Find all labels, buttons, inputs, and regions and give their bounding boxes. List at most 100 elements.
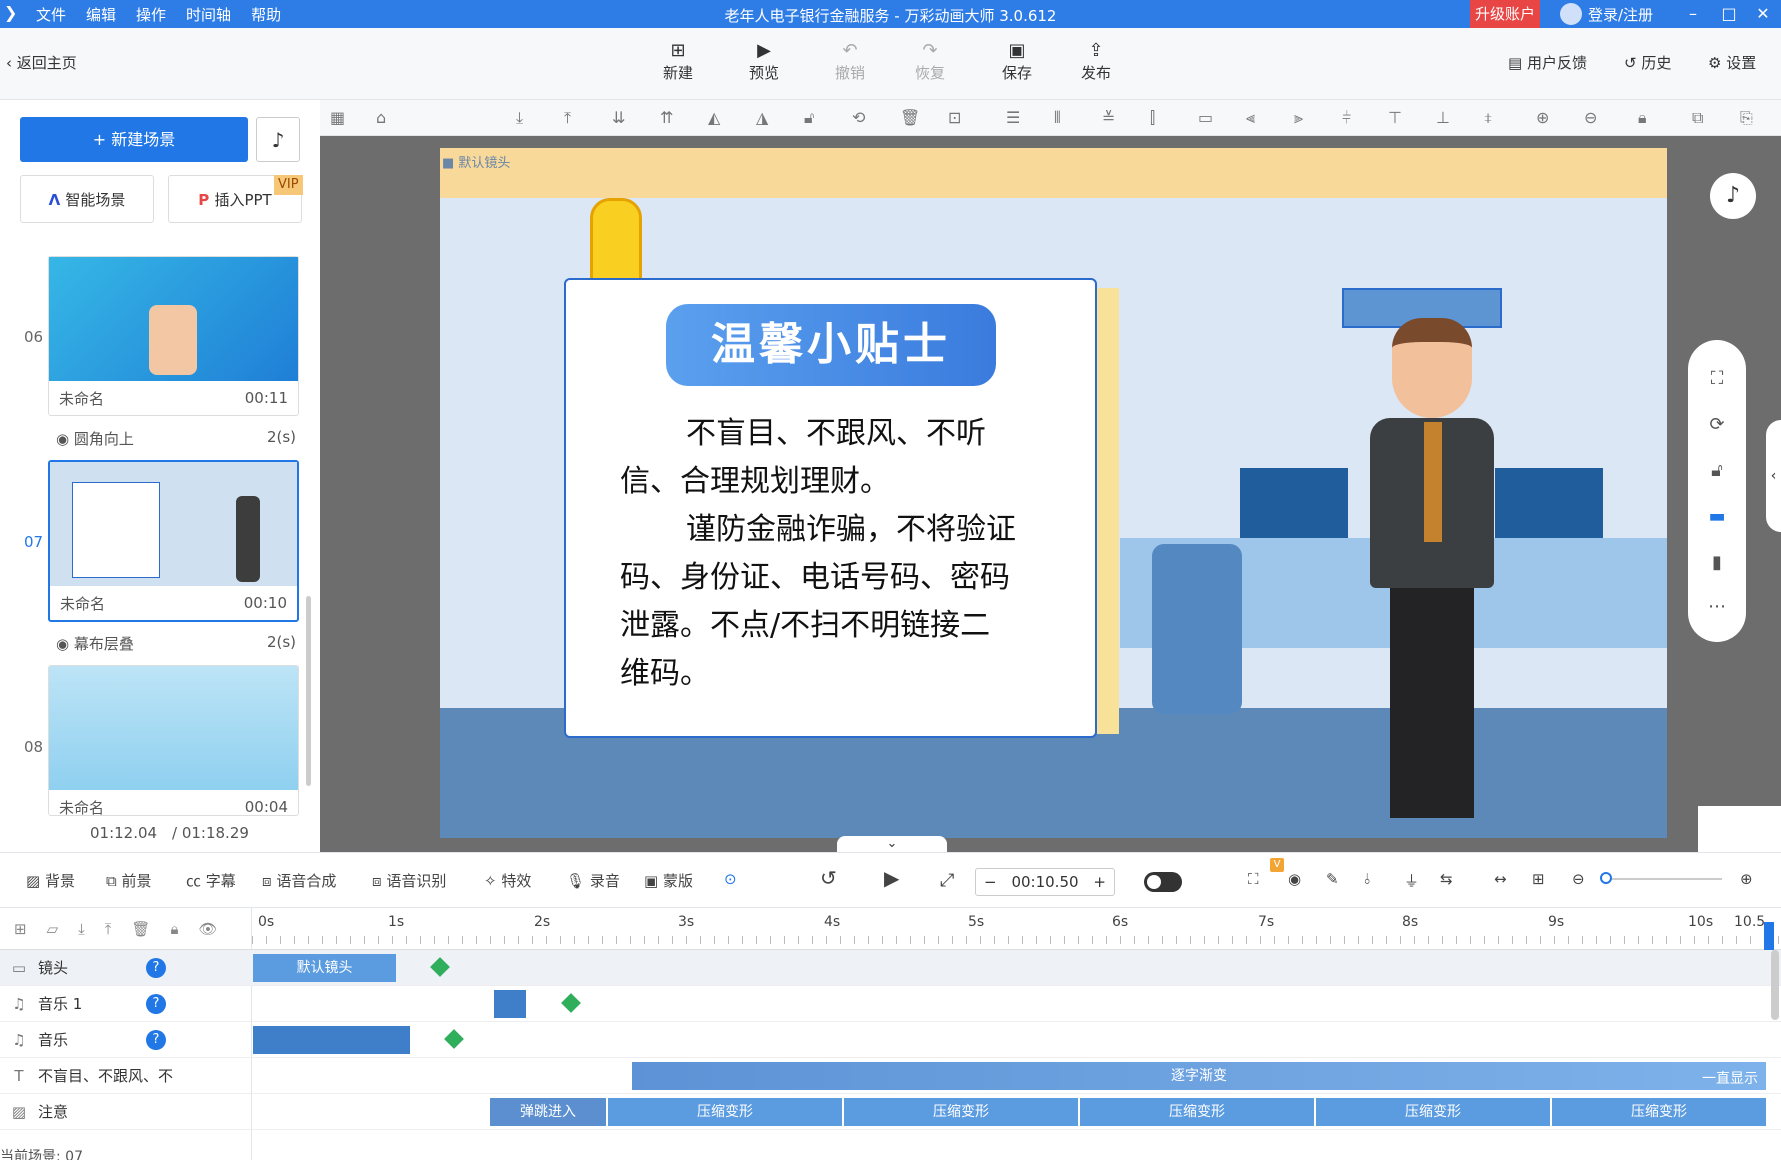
add-keyframe-icon[interactable] bbox=[444, 1029, 464, 1049]
back-home-button[interactable]: ‹ 返回主页 bbox=[6, 52, 77, 73]
screen-icon[interactable]: ▬ bbox=[1688, 506, 1746, 527]
minus-icon[interactable]: − bbox=[984, 873, 997, 891]
align-center-v-icon[interactable]: ⫴ bbox=[1054, 108, 1061, 128]
stage-music-icon[interactable]: ♪ bbox=[1710, 173, 1756, 219]
align-center-h-icon[interactable]: ☰ bbox=[1006, 108, 1020, 127]
adjust-icon[interactable]: ⇆ bbox=[1440, 870, 1453, 888]
zoom-slider-handle[interactable] bbox=[1600, 872, 1612, 884]
bottom-align-icon[interactable]: ⊥ bbox=[1436, 108, 1450, 127]
collapse-panel-icon[interactable]: ⌄ bbox=[837, 836, 947, 852]
distribute-h-icon[interactable]: ⫿ bbox=[1150, 108, 1155, 128]
help-icon[interactable]: ? bbox=[146, 1029, 166, 1050]
add-keyframe-icon[interactable] bbox=[561, 993, 581, 1013]
fullscreen-icon[interactable]: ⛶ bbox=[1688, 368, 1746, 389]
effects-button[interactable]: ✧ 特效 bbox=[484, 870, 531, 891]
zoom-out-timeline-icon[interactable]: ⊖ bbox=[1572, 870, 1585, 888]
filter-icon[interactable]: ⏚ bbox=[1404, 870, 1419, 891]
squash-clip[interactable]: 压缩变形 bbox=[1080, 1098, 1314, 1126]
redo-button[interactable]: ↷ 恢复 bbox=[900, 40, 960, 83]
align-right-icon[interactable]: ⫸ bbox=[1294, 108, 1303, 128]
background-button[interactable]: ▨ 背景 bbox=[26, 870, 75, 891]
snapshot-icon[interactable]: ◉ bbox=[1288, 870, 1301, 888]
distribute-v-icon[interactable]: ≚ bbox=[1102, 108, 1115, 127]
home-icon[interactable]: ⌂ bbox=[376, 108, 386, 127]
track-text[interactable]: T 不盲目、不跟风、不 bbox=[0, 1058, 252, 1094]
layout-icon[interactable]: ▦ bbox=[330, 108, 345, 127]
squash-clip[interactable]: 压缩变形 bbox=[1316, 1098, 1550, 1126]
trash-icon[interactable]: 🗑︎ bbox=[131, 920, 150, 938]
timeline-ruler[interactable]: 0s 1s 2s 3s 4s 5s 6s 7s 8s 9s 10s 10.5 bbox=[252, 908, 1781, 950]
move-up-icon[interactable]: ⇈ bbox=[660, 108, 673, 127]
mask-button[interactable]: ▣ 蒙版 bbox=[644, 870, 693, 891]
lock-icon[interactable]: 🔒︎ bbox=[170, 920, 178, 938]
center-icon[interactable]: ⫩ bbox=[1342, 108, 1351, 128]
more-icon[interactable]: ⋯ bbox=[1688, 596, 1746, 617]
transition-row[interactable]: ◉ 幕布层叠 2(s) bbox=[56, 633, 296, 654]
timecode-field[interactable]: −00:10.50 + bbox=[975, 868, 1115, 896]
publish-button[interactable]: ⇪ 发布 bbox=[1066, 40, 1126, 83]
lock-icon[interactable]: 🔓︎ bbox=[804, 108, 814, 128]
eye-icon[interactable]: 👁︎ bbox=[198, 920, 217, 938]
login-button[interactable]: 登录/注册 bbox=[1560, 3, 1653, 25]
track-camera[interactable]: ▭ 镜头? bbox=[0, 950, 252, 986]
close-icon[interactable]: ✕ bbox=[1745, 0, 1781, 28]
save-button[interactable]: ▣ 保存 bbox=[987, 40, 1047, 83]
up-icon[interactable]: ⤒ bbox=[105, 920, 112, 938]
lock-canvas-icon[interactable]: 🔒︎ bbox=[1638, 108, 1647, 128]
zoom-in-icon[interactable]: ⊕ bbox=[1536, 108, 1549, 127]
help-icon[interactable]: ? bbox=[146, 993, 166, 1014]
undo-button[interactable]: ↶ 撤销 bbox=[820, 40, 880, 83]
add-keyframe-icon[interactable] bbox=[430, 957, 450, 977]
middle-align-icon[interactable]: ⧧ bbox=[1484, 108, 1492, 128]
minimize-icon[interactable]: – bbox=[1675, 0, 1711, 28]
minimap-icon[interactable] bbox=[1698, 806, 1781, 852]
new-button[interactable]: ⊞ 新建 bbox=[648, 40, 708, 83]
copy-icon[interactable]: ⧉ bbox=[1692, 108, 1703, 128]
align-bottom-icon[interactable]: ⤓ bbox=[516, 108, 523, 128]
zoom-out-icon[interactable]: ⊖ bbox=[1584, 108, 1597, 127]
scene-scrollbar[interactable] bbox=[306, 596, 311, 786]
help-icon[interactable]: ? bbox=[146, 957, 166, 978]
tts-button[interactable]: ⧈ 语音合成 bbox=[262, 870, 336, 891]
zoom-in-timeline-icon[interactable]: ⊕ bbox=[1740, 870, 1753, 888]
playhead[interactable] bbox=[1764, 922, 1774, 950]
split-icon[interactable]: ⫰ bbox=[1364, 870, 1371, 888]
text-effect-clip[interactable]: 逐字渐变 bbox=[632, 1062, 1766, 1090]
scene-card-08[interactable]: 未命名 00:04 bbox=[48, 665, 299, 816]
move-down-icon[interactable]: ⇊ bbox=[612, 108, 625, 127]
bounce-in-clip[interactable]: 弹跳进入 bbox=[490, 1098, 606, 1126]
fit-icon[interactable]: ⊡ bbox=[948, 108, 961, 127]
delete-icon[interactable]: 🗑︎ bbox=[900, 108, 920, 127]
settings-button[interactable]: ⚙ 设置 bbox=[1708, 52, 1756, 73]
history-button[interactable]: ↺ 历史 bbox=[1624, 52, 1671, 73]
play-icon[interactable]: ▶ bbox=[884, 866, 899, 890]
track-music[interactable]: ♫ 音乐? bbox=[0, 1022, 252, 1058]
maximize-icon[interactable]: □ bbox=[1711, 0, 1747, 28]
flip-h-icon[interactable]: ◭ bbox=[708, 108, 720, 127]
align-left-icon[interactable]: ⫷ bbox=[1246, 108, 1255, 128]
edit-icon[interactable]: ✎ bbox=[1326, 870, 1339, 888]
asr-button[interactable]: ⧈ 语音识别 bbox=[372, 870, 446, 891]
scene-card-06[interactable]: 未命名 00:11 bbox=[48, 256, 299, 416]
folder-icon[interactable]: ▱ bbox=[47, 920, 59, 938]
expand-right-icon[interactable]: ‹ bbox=[1766, 420, 1781, 532]
ratio-icon[interactable]: ⊞ bbox=[1532, 870, 1545, 888]
squash-clip[interactable]: 压缩变形 bbox=[608, 1098, 842, 1126]
camera-tool-icon[interactable]: ⛶ bbox=[1248, 870, 1259, 888]
scene-card-07[interactable]: 未命名 00:10 bbox=[48, 460, 299, 622]
fullscreen-preview-icon[interactable]: ⤢ bbox=[940, 870, 954, 891]
transition-row[interactable]: ◉ 圆角向上 2(s) bbox=[56, 428, 296, 449]
toggle-switch[interactable] bbox=[1144, 872, 1182, 892]
timeline-scrollbar[interactable] bbox=[1771, 950, 1779, 1020]
squash-clip[interactable]: 压缩变形 bbox=[1552, 1098, 1766, 1126]
stage-canvas[interactable]: 温馨小贴士 不盲目、不跟风、不听 信、合理规划理财。 谨防金融诈骗，不将验证 码… bbox=[440, 148, 1667, 838]
rotate-lock-icon[interactable]: ⟳ bbox=[1688, 414, 1746, 435]
top-align-icon[interactable]: ⊤ bbox=[1388, 108, 1402, 127]
phone-icon[interactable]: ▮ bbox=[1688, 552, 1746, 573]
new-scene-button[interactable]: + 新建场景 bbox=[20, 117, 248, 162]
feedback-button[interactable]: ▤ 用户反馈 bbox=[1508, 52, 1587, 73]
squash-clip[interactable]: 压缩变形 bbox=[844, 1098, 1078, 1126]
audio-clip[interactable] bbox=[253, 1026, 410, 1054]
plus-icon[interactable]: + bbox=[1093, 873, 1106, 891]
down-icon[interactable]: ⤓ bbox=[78, 920, 85, 938]
